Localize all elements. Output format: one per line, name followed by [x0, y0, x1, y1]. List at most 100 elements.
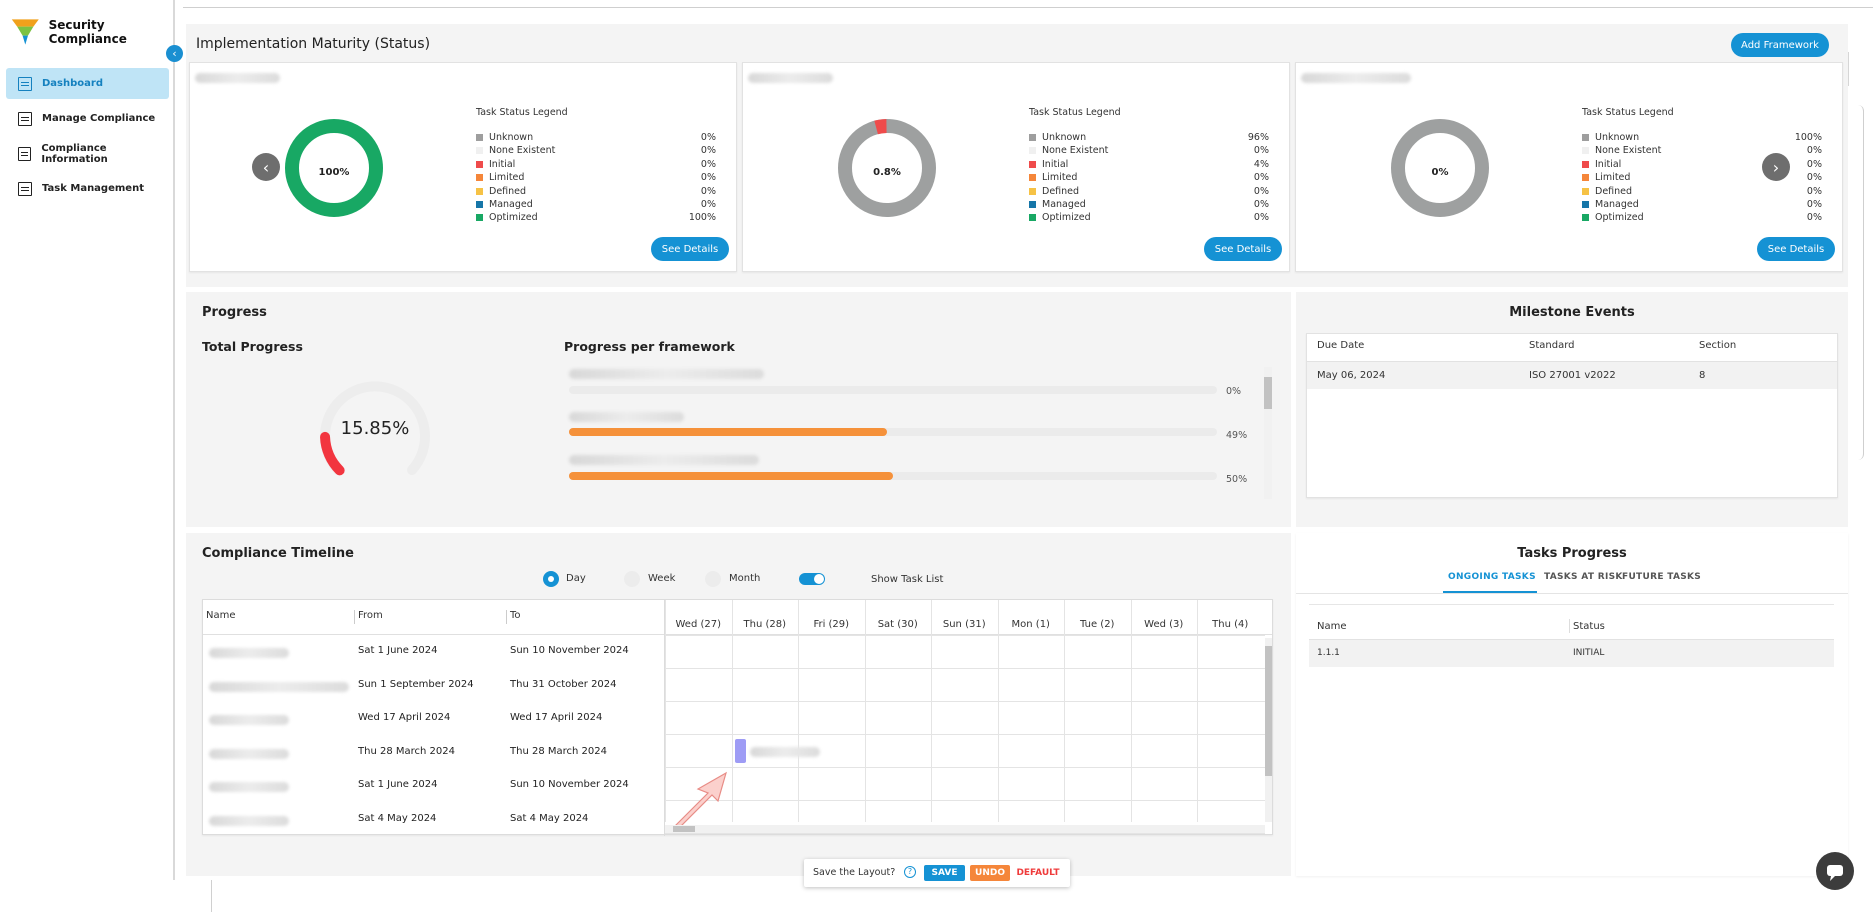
- see-details-button[interactable]: See Details: [651, 237, 729, 261]
- legend-swatch: [476, 147, 483, 155]
- legend-label: Defined: [1042, 185, 1080, 197]
- framework-name: [569, 412, 684, 422]
- legend-row: Managed 0%: [476, 198, 716, 211]
- horizontal-scrollbar[interactable]: [665, 825, 1265, 833]
- mode-month-label: Month: [729, 573, 761, 584]
- legend-value: 0%: [700, 158, 716, 170]
- legend-row: Unknown 100%: [1582, 131, 1822, 144]
- progress-percent: 50%: [1226, 474, 1248, 485]
- brand[interactable]: Security Compliance: [10, 16, 173, 48]
- legend-label: Managed: [1595, 199, 1639, 210]
- legend-swatch: [1582, 187, 1589, 195]
- from-cell: Sun 1 September 2024: [358, 678, 474, 690]
- table-row[interactable]: 1.1.1 INITIAL: [1309, 639, 1834, 667]
- from-cell: Sat 4 May 2024: [358, 812, 437, 824]
- gantt-day-header: Tue (2): [1080, 619, 1115, 630]
- total-progress-title: Total Progress: [202, 339, 303, 354]
- task-name: [209, 782, 289, 792]
- gantt-day-header: Mon (1): [1011, 619, 1050, 630]
- legend-label: Initial: [489, 158, 516, 170]
- save-layout-bar: Save the Layout? ? SAVE UNDO DEFAULT: [804, 859, 1070, 887]
- task-name-cell: 1.1.1: [1317, 648, 1340, 658]
- donut-center-value: 100%: [318, 167, 350, 178]
- manage-compliance-icon: [18, 111, 32, 126]
- legend-swatch: [1029, 134, 1036, 141]
- task-name: [209, 648, 289, 658]
- tasks-table: Name Status 1.1.1 INITIAL: [1309, 604, 1834, 668]
- sidebar-item-manage-compliance[interactable]: Manage Compliance: [6, 103, 169, 134]
- see-details-button[interactable]: See Details: [1757, 237, 1835, 261]
- mode-month-radio[interactable]: [705, 571, 721, 587]
- progress-title: Progress: [202, 305, 267, 320]
- sidebar-item-label: Task Management: [42, 183, 144, 194]
- column-header: Name: [206, 610, 236, 621]
- mode-week-radio[interactable]: [624, 571, 640, 587]
- sidebar-item-compliance-information[interactable]: Compliance Information: [6, 138, 169, 169]
- brand-logo-icon: [11, 19, 39, 45]
- legend-row: Managed 0%: [1029, 198, 1269, 211]
- gantt-row[interactable]: Sat 4 May 2024 Sat 4 May 2024: [203, 803, 664, 836]
- gantt-chart: Name From To Wed (27) Thu (28) Fri (29) Sat…: [202, 599, 1273, 836]
- tab-tasks-at-risk[interactable]: TASKS AT RISK: [1544, 572, 1623, 582]
- see-details-button[interactable]: See Details: [1204, 237, 1282, 261]
- gantt-grid: Wed (27) Thu (28) Fri (29) Sat (30) Sun (31)…: [665, 600, 1265, 834]
- legend-row: None Existent 0%: [1582, 144, 1822, 157]
- save-button[interactable]: SAVE: [924, 865, 965, 881]
- scrollbar-thumb[interactable]: [673, 826, 695, 832]
- chat-support-button[interactable]: [1816, 852, 1854, 890]
- legend-value: 0%: [700, 132, 716, 143]
- gantt-task-list: Sat 1 June 2024 Sun 10 November 2024 Sun 1…: [203, 635, 664, 835]
- progress-percent: 49%: [1226, 430, 1248, 441]
- legend-label: Unknown: [1595, 132, 1640, 143]
- legend-row: Managed 0%: [1582, 198, 1822, 211]
- legend-row: Optimized 0%: [1582, 211, 1822, 224]
- legend-value: 0%: [1253, 199, 1269, 210]
- gantt-task-bar[interactable]: [735, 739, 746, 763]
- legend-label: None Existent: [1595, 145, 1662, 157]
- framework-progress-list: 0% 49% 50%: [564, 366, 1274, 500]
- help-icon[interactable]: ?: [904, 866, 916, 878]
- tab-ongoing-tasks[interactable]: ONGOING TASKS: [1448, 572, 1536, 582]
- scrollbar-thumb[interactable]: [1265, 646, 1272, 776]
- scrollbar-thumb[interactable]: [1264, 377, 1272, 409]
- add-framework-button[interactable]: Add Framework: [1731, 33, 1829, 57]
- table-row[interactable]: May 06, 2024 ISO 27001 v2022 8: [1307, 361, 1837, 389]
- legend-row: Unknown 0%: [476, 131, 716, 144]
- show-task-list-toggle[interactable]: [799, 573, 825, 585]
- legend-value: 0%: [1806, 199, 1822, 210]
- gantt-row[interactable]: Sat 1 June 2024 Sun 10 November 2024: [203, 635, 664, 668]
- legend-value: 0%: [700, 145, 716, 157]
- sidebar-item-dashboard[interactable]: Dashboard: [6, 68, 169, 99]
- mode-day-radio[interactable]: [543, 571, 559, 587]
- gantt-row[interactable]: Sat 1 June 2024 Sun 10 November 2024: [203, 769, 664, 802]
- legend-value: 0%: [1806, 212, 1822, 224]
- sidebar-item-task-management[interactable]: Task Management: [6, 173, 169, 204]
- undo-button[interactable]: UNDO: [970, 865, 1010, 881]
- legend-label: Optimized: [1595, 212, 1644, 224]
- legend-row: Limited 0%: [476, 171, 716, 184]
- mode-day-label: Day: [566, 573, 586, 584]
- carousel-prev-button[interactable]: ‹: [252, 153, 280, 181]
- save-layout-question: Save the Layout?: [813, 867, 896, 878]
- app-name: Security Compliance: [48, 18, 127, 46]
- column-header: Standard: [1529, 340, 1575, 351]
- legend-value: 96%: [1247, 132, 1269, 143]
- from-cell: Sat 1 June 2024: [358, 779, 438, 790]
- legend-swatch: [1029, 147, 1036, 155]
- scrollbar[interactable]: [1265, 638, 1272, 822]
- compliance-info-icon: [18, 146, 32, 161]
- tab-future-tasks[interactable]: FUTURE TASKS: [1622, 572, 1701, 582]
- gantt-row[interactable]: Thu 28 March 2024 Thu 28 March 2024: [203, 736, 664, 769]
- sidebar-collapse-button[interactable]: ‹: [166, 45, 183, 62]
- legend-swatch: [1582, 134, 1589, 141]
- default-button[interactable]: DEFAULT: [1014, 865, 1062, 881]
- legend-swatch: [476, 201, 483, 208]
- legend-value: 0%: [700, 172, 716, 184]
- progress-fill: [569, 428, 887, 436]
- legend-value: 4%: [1253, 158, 1269, 170]
- gantt-row[interactable]: Sun 1 September 2024 Thu 31 October 2024: [203, 669, 664, 702]
- gantt-row[interactable]: Wed 17 April 2024 Wed 17 April 2024: [203, 702, 664, 735]
- legend-row: None Existent 0%: [476, 144, 716, 157]
- scrollbar[interactable]: [1264, 367, 1272, 499]
- legend-row: Defined 0%: [476, 185, 716, 198]
